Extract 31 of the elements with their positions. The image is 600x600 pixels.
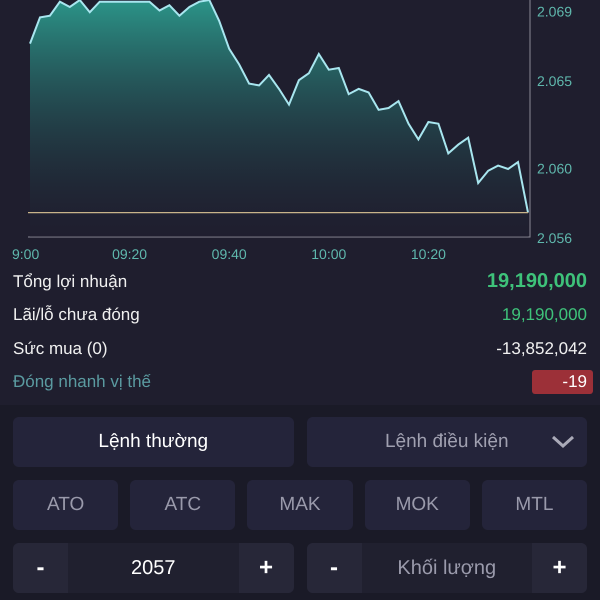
summary-value: 19,190,000 [502,305,587,326]
volume-field[interactable]: - Khối lượng + [306,543,587,593]
summary-label: Sức mua (0) [13,338,108,359]
increase-button[interactable]: + [532,543,587,593]
x-axis-label: 10:20 [410,246,446,262]
x-axis-label: 9:00 [12,246,40,262]
y-axis-label: 2.069 [537,3,572,20]
chevron-down-icon [551,435,575,449]
price-type-button[interactable]: ATO [13,480,118,530]
price-type-button[interactable]: MAK [247,480,353,530]
y-axis-label: 2.060 [537,160,572,176]
summary-value: 19,190,000 [486,270,587,294]
price-type-button[interactable]: MTL [482,480,588,530]
y-axis-label: 2.056 [537,230,572,246]
decrease-button[interactable]: - [306,543,362,593]
x-axis-label: 09:20 [112,246,148,262]
decrease-button[interactable]: - [13,543,68,593]
summary-label: Tổng lợi nhuận [13,272,128,292]
price-field[interactable]: - 2057 + [13,543,294,593]
price-type-button[interactable]: MOK [364,480,470,530]
summary-value: -13,852,042 [496,338,587,359]
x-axis-label: 10:00 [311,246,346,262]
summary-value[interactable]: -19 [532,370,593,394]
summary-label[interactable]: Đóng nhanh vị thế [13,372,151,392]
increase-button[interactable]: + [238,543,294,593]
order-type-tab[interactable]: Lệnh thường [13,417,294,467]
summary-label: Lãi/lỗ chưa đóng [13,305,140,326]
order-type-tab[interactable]: Lệnh điều kiện [306,417,587,467]
y-axis-label: 2.065 [537,73,572,90]
x-axis-label: 09:40 [212,246,247,262]
price-type-button[interactable]: ATC [130,480,236,530]
